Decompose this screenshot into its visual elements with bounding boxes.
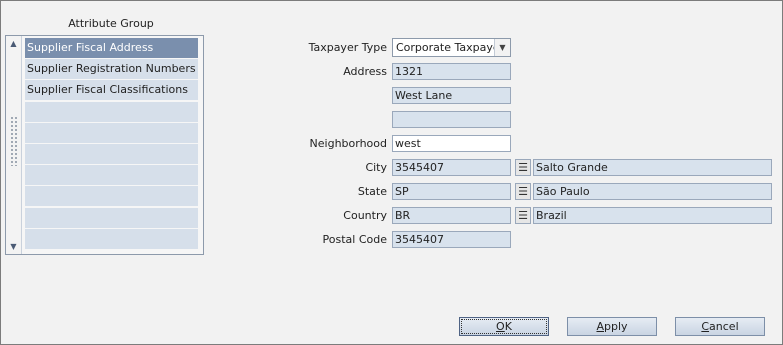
- scroll-down-icon[interactable]: ▼: [8, 241, 19, 252]
- taxpayer-type-value: Corporate Taxpayer: [396, 41, 505, 54]
- list-item-supplier-fiscal-address[interactable]: Supplier Fiscal Address: [25, 38, 198, 58]
- dialog-frame: Attribute Group ▲ ▼ Supplier Fiscal Addr…: [0, 0, 783, 345]
- state-label: State: [357, 185, 387, 198]
- postal-code-field[interactable]: 3545407: [392, 231, 511, 248]
- country-list-of-values-icon[interactable]: ☰: [515, 207, 531, 224]
- list-item[interactable]: [25, 101, 198, 122]
- list-item-supplier-fiscal-classifications[interactable]: Supplier Fiscal Classifications: [25, 80, 198, 101]
- apply-button[interactable]: Apply: [567, 317, 657, 336]
- address-label: Address: [343, 65, 387, 78]
- city-name-field: Salto Grande: [533, 159, 772, 176]
- list-item[interactable]: [25, 122, 198, 143]
- list-item-supplier-registration-numbers[interactable]: Supplier Registration Numbers: [25, 59, 198, 80]
- city-label: City: [365, 161, 387, 174]
- address-line2-field[interactable]: West Lane: [392, 87, 511, 104]
- taxpayer-type-select[interactable]: Corporate Taxpayer ▼: [392, 38, 511, 57]
- country-code-field[interactable]: BR: [392, 207, 511, 224]
- state-code-field[interactable]: SP: [392, 183, 511, 200]
- attribute-group-title: Attribute Group: [68, 17, 154, 30]
- country-name-field: Brazil: [533, 207, 772, 224]
- list-scrollbar[interactable]: ▲ ▼: [6, 36, 22, 254]
- list-item[interactable]: [25, 228, 198, 249]
- postal-code-label: Postal Code: [322, 233, 387, 246]
- neighborhood-label: Neighborhood: [309, 137, 387, 150]
- cancel-label: ancel: [709, 320, 739, 333]
- state-name-field: São Paulo: [533, 183, 772, 200]
- attribute-group-list[interactable]: ▲ ▼ Supplier Fiscal Address Supplier Reg…: [5, 35, 204, 255]
- city-code-field[interactable]: 3545407: [392, 159, 511, 176]
- city-list-of-values-icon[interactable]: ☰: [515, 159, 531, 176]
- address-line1-field[interactable]: 1321: [392, 63, 511, 80]
- apply-label: pply: [604, 320, 628, 333]
- ok-button[interactable]: OK: [459, 317, 549, 336]
- list-item[interactable]: [25, 165, 198, 186]
- state-list-of-values-icon[interactable]: ☰: [515, 183, 531, 200]
- apply-mnemonic: A: [596, 320, 604, 333]
- ok-label: K: [504, 320, 512, 333]
- neighborhood-field[interactable]: west: [392, 135, 511, 152]
- list-item[interactable]: [25, 207, 198, 228]
- attribute-group-rows: Supplier Fiscal Address Supplier Registr…: [25, 38, 198, 250]
- address-line3-field[interactable]: [392, 111, 511, 128]
- taxpayer-type-label: Taxpayer Type: [308, 41, 387, 54]
- list-item[interactable]: [25, 186, 198, 207]
- scroll-grip-icon[interactable]: [10, 116, 18, 166]
- cancel-button[interactable]: Cancel: [675, 317, 765, 336]
- scroll-up-icon[interactable]: ▲: [8, 38, 19, 49]
- chevron-down-icon[interactable]: ▼: [494, 39, 510, 56]
- cancel-mnemonic: C: [701, 320, 710, 333]
- ok-mnemonic: O: [496, 320, 505, 333]
- list-item[interactable]: [25, 143, 198, 164]
- country-label: Country: [343, 209, 387, 222]
